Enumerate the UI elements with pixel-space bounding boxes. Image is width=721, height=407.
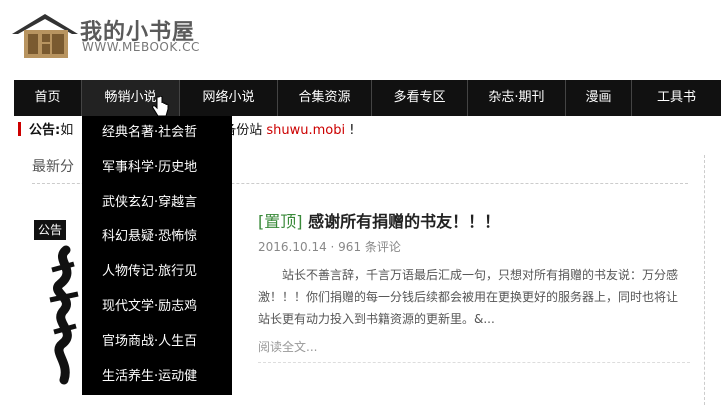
nav-item-reference[interactable]: 工具书 bbox=[632, 80, 721, 116]
dropdown-item-modern-literature[interactable]: 现代文学·励志鸡 bbox=[82, 290, 232, 325]
post-pinned-tag: [置顶] bbox=[258, 212, 303, 231]
post-excerpt: 站长不善言辞，千言万语最后汇成一句，只想对所有捐赠的书友说：万分感激！！！你们捐… bbox=[258, 268, 679, 326]
notice-mirror-link[interactable]: shuwu.mobi bbox=[266, 123, 345, 138]
notice-marker bbox=[18, 122, 21, 136]
main-nav: 首页 畅销小说 网络小说 合集资源 多看专区 杂志·期刊 漫画 工具书 bbox=[14, 80, 721, 116]
post-comments[interactable]: 961 条评论 bbox=[338, 240, 401, 254]
site-header: 我的小书屋 WWW.MEBOOK.CC bbox=[0, 0, 721, 80]
notice-suffix: ! bbox=[349, 123, 355, 138]
nav-item-magazines[interactable]: 杂志·期刊 bbox=[468, 80, 566, 116]
bestsellers-dropdown: 经典名著·社会哲 军事科学·历史地 武侠玄幻·穿越言 科幻悬疑·恐怖惊 人物传记… bbox=[82, 116, 232, 395]
right-divider bbox=[704, 155, 705, 405]
post-meta: 2016.10.14 · 961 条评论 bbox=[258, 240, 401, 254]
logo-url: WWW.MEBOOK.CC bbox=[82, 40, 200, 54]
notice-text-before: 如 bbox=[60, 123, 74, 138]
dropdown-item-business-life[interactable]: 官场商战·人生百 bbox=[82, 325, 232, 360]
post-date: 2016.10.14 bbox=[258, 240, 327, 254]
house-logo-icon bbox=[12, 14, 78, 58]
nav-item-web-novels[interactable]: 网络小说 bbox=[180, 80, 278, 116]
latest-section-title: 最新分 bbox=[32, 159, 74, 175]
dropdown-item-health-sports[interactable]: 生活养生·运动健 bbox=[82, 360, 232, 395]
post-divider bbox=[258, 362, 690, 363]
dropdown-item-scifi-suspense[interactable]: 科幻悬疑·恐怖惊 bbox=[82, 220, 232, 255]
dropdown-item-wuxia-fantasy[interactable]: 武侠玄幻·穿越言 bbox=[82, 186, 232, 221]
dropdown-item-military-history[interactable]: 军事科学·历史地 bbox=[82, 151, 232, 186]
dropdown-item-biography-travel[interactable]: 人物传记·旅行见 bbox=[82, 255, 232, 290]
site-logo[interactable]: 我的小书屋 WWW.MEBOOK.CC bbox=[12, 8, 222, 58]
nav-item-home[interactable]: 首页 bbox=[14, 80, 82, 116]
read-more-link[interactable]: 阅读全文... bbox=[258, 338, 317, 355]
hand-cursor-icon bbox=[152, 96, 169, 117]
dropdown-item-classics[interactable]: 经典名著·社会哲 bbox=[82, 116, 232, 151]
notice-label: 公告: bbox=[29, 123, 61, 138]
nav-item-comics[interactable]: 漫画 bbox=[566, 80, 632, 116]
nav-item-duokan[interactable]: 多看专区 bbox=[372, 80, 468, 116]
post-title-text[interactable]: 感谢所有捐赠的书友！！！ bbox=[308, 212, 500, 231]
nav-item-collections[interactable]: 合集资源 bbox=[278, 80, 372, 116]
post-thumbnail[interactable] bbox=[44, 240, 84, 390]
announcement-badge: 公告 bbox=[34, 220, 66, 240]
post-title[interactable]: [置顶] 感谢所有捐赠的书友！！！ bbox=[258, 208, 500, 232]
